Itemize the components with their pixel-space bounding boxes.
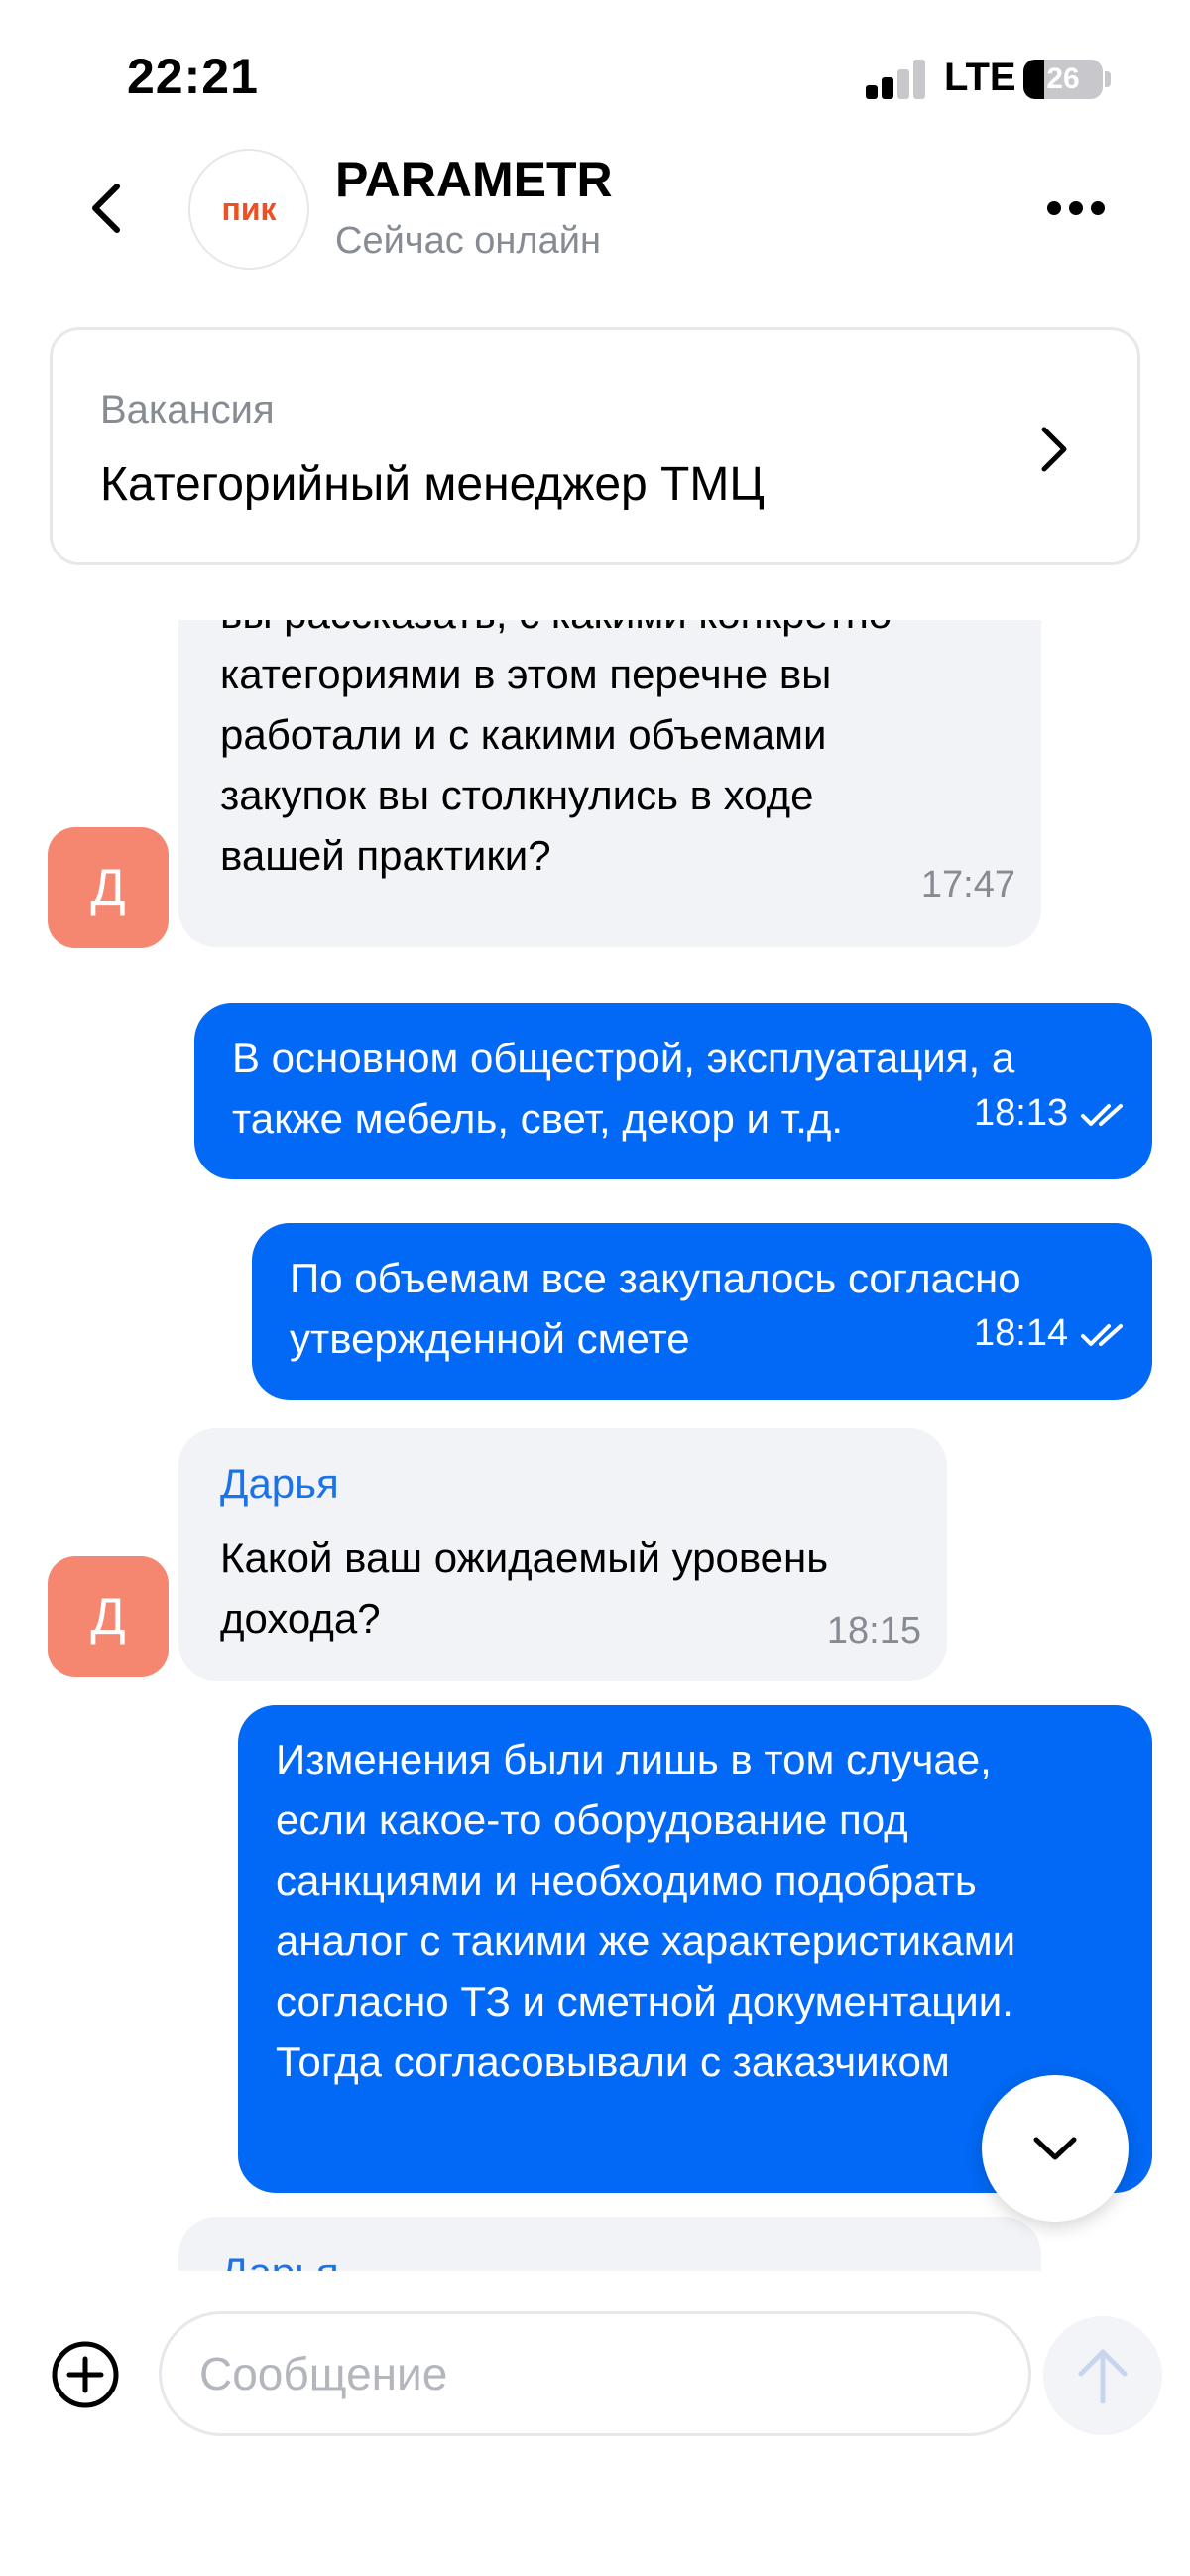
chevron-right-icon <box>1041 427 1067 472</box>
message-line: вашей практики? <box>220 832 551 879</box>
network-type: LTE <box>944 56 1016 99</box>
message-time: 18:13 <box>974 1092 1069 1134</box>
chevron-left-icon <box>92 184 120 233</box>
sender-avatar[interactable]: Д <box>48 827 169 948</box>
double-check-icon <box>1081 1324 1123 1346</box>
message-line: работали и с какими объемами <box>220 711 827 758</box>
company-logo: пик <box>221 190 277 227</box>
message-input[interactable] <box>159 2311 1031 2436</box>
attach-button[interactable] <box>50 2339 121 2410</box>
battery-tip <box>1105 71 1111 87</box>
chat-title: PARAMETR <box>335 152 613 207</box>
message-line: Тогда согласовывали с заказчиком <box>276 2038 950 2085</box>
message-line: вы рассказать, с какими конкретно <box>220 620 892 644</box>
message-composer <box>0 2271 1190 2576</box>
battery-level: 26 <box>1046 62 1080 95</box>
online-status: Сейчас онлайн <box>335 220 601 262</box>
arrow-up-icon <box>1078 2349 1128 2404</box>
message-line: категориями в этом перечне вы <box>220 651 832 697</box>
more-horizontal-icon <box>1047 201 1061 215</box>
message-time: 17:47 <box>920 864 1015 906</box>
sender-avatar[interactable]: Д <box>48 1556 169 1677</box>
plus-circle-icon <box>52 2341 119 2408</box>
double-check-icon <box>1081 1104 1123 1126</box>
message-line: Какой ваш ожидаемый уровень <box>220 1534 829 1581</box>
message-line: согласно ТЗ и сметной документации. <box>276 1978 1013 2024</box>
message-time: 18:14 <box>974 1312 1069 1354</box>
message-line: утвержденной смете <box>290 1315 690 1362</box>
message-line: если какое-то оборудование под <box>276 1796 908 1843</box>
message-list[interactable]: вы рассказать, с какими конкретно катего… <box>0 620 1190 2271</box>
outgoing-message[interactable]: В основном общестрой, эксплуатация, а та… <box>194 1003 1152 1179</box>
status-time: 22:21 <box>127 49 259 104</box>
message-line: В основном общестрой, эксплуатация, а <box>232 1035 1015 1081</box>
back-button[interactable] <box>79 179 139 238</box>
message-time: 18:15 <box>826 1610 921 1652</box>
message-line: санкциями и необходимо подобрать <box>276 1857 977 1903</box>
chevron-down-icon <box>1033 2137 1077 2160</box>
sender-name: Дарья <box>220 2249 339 2271</box>
scroll-to-bottom-button[interactable] <box>982 2075 1129 2222</box>
battery-icon: 26 <box>1023 60 1103 99</box>
incoming-message[interactable]: Дарья Какой ваш ожидаемый уровень дохода… <box>178 1428 947 1681</box>
status-bar: 22:21 LTE 26 <box>0 0 1190 149</box>
vacancy-card[interactable]: Вакансия Категорийный менеджер ТМЦ <box>50 327 1140 565</box>
send-button[interactable] <box>1043 2316 1162 2435</box>
incoming-message[interactable]: вы рассказать, с какими конкретно катего… <box>178 620 1041 947</box>
message-line: Изменения были лишь в том случае, <box>276 1736 992 1782</box>
message-line: По объемам все закупалось согласно <box>290 1255 1021 1301</box>
cellular-signal-icon <box>866 60 927 99</box>
message-line: аналог с такими же характеристиками <box>276 1917 1016 1964</box>
company-avatar[interactable]: пик <box>188 149 309 270</box>
message-line: дохода? <box>220 1595 381 1642</box>
more-options-button[interactable] <box>1041 188 1111 228</box>
outgoing-message[interactable]: По объемам все закупалось согласно утвер… <box>252 1223 1152 1400</box>
sender-name: Дарья <box>220 1460 339 1507</box>
incoming-message[interactable]: Дарья <box>178 2217 1041 2271</box>
message-line: также мебель, свет, декор и т.д. <box>232 1095 844 1142</box>
vacancy-label: Вакансия <box>100 388 275 431</box>
message-line: закупок вы столкнулись в ходе <box>220 772 814 818</box>
vacancy-title: Категорийный менеджер ТМЦ <box>100 458 765 511</box>
